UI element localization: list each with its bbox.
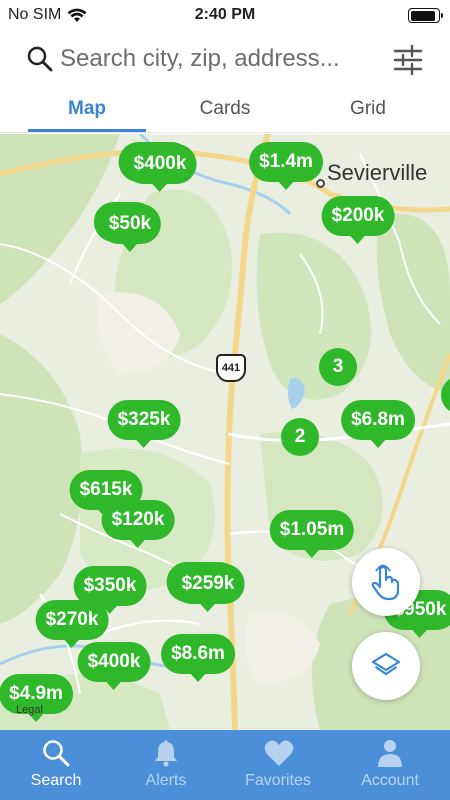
price-pin[interactable]: $200k	[321, 196, 395, 244]
view-tabs: Map Cards Grid	[0, 88, 450, 133]
filter-sliders-icon[interactable]	[392, 44, 424, 76]
listing-cluster[interactable]: 2	[281, 418, 319, 456]
nav-label: Favorites	[245, 772, 311, 789]
search-icon	[27, 46, 53, 72]
nav-favorites[interactable]: Favorites	[222, 730, 334, 800]
person-icon	[378, 740, 402, 767]
tab-cards[interactable]: Cards	[150, 98, 300, 120]
hand-pointer-icon	[371, 564, 400, 601]
draw-area-button[interactable]	[352, 548, 420, 616]
price-pin[interactable]: $120k	[101, 500, 175, 548]
search-icon	[43, 740, 70, 767]
nav-alerts[interactable]: Alerts	[110, 730, 222, 800]
battery-icon	[408, 8, 443, 23]
heart-icon	[264, 740, 294, 766]
price-pin[interactable]: $1.05m	[269, 510, 355, 558]
bottom-nav: Search Alerts Favorites Account	[0, 730, 450, 800]
town-marker-icon	[316, 179, 325, 188]
status-bar: No SIM 2:40 PM	[0, 0, 450, 30]
price-pin[interactable]: $6.8m	[341, 400, 415, 448]
listing-cluster[interactable]: 3	[319, 348, 357, 386]
nav-search[interactable]: Search	[0, 730, 112, 800]
price-pin[interactable]: $325k	[107, 400, 181, 448]
status-time: 2:40 PM	[194, 6, 256, 23]
price-pin[interactable]: $1.4m	[249, 142, 323, 190]
search-input[interactable]	[60, 42, 380, 76]
layers-icon	[371, 652, 401, 676]
search-bar	[0, 30, 450, 88]
price-pin[interactable]: $50k	[98, 204, 162, 252]
nav-label: Search	[30, 772, 82, 789]
bell-icon	[155, 740, 177, 767]
price-pin[interactable]: $8.6m	[161, 634, 235, 682]
tab-map[interactable]: Map	[12, 98, 162, 120]
route-shield-icon: 441	[216, 354, 246, 382]
map-view[interactable]: Sevierville 441 $400k $1.4m $200k $50k $…	[0, 134, 450, 730]
nav-label: Alerts	[145, 772, 187, 789]
map-layers-button[interactable]	[352, 632, 420, 700]
price-pin[interactable]: $270k	[35, 600, 109, 648]
price-pin[interactable]: $400k	[77, 642, 151, 690]
price-pin[interactable]: $259k	[171, 564, 245, 612]
nav-label: Account	[361, 772, 419, 789]
town-label: Sevierville	[327, 160, 428, 185]
active-tab-indicator	[28, 129, 146, 132]
tab-grid[interactable]: Grid	[293, 98, 443, 120]
map-legal-link[interactable]: Legal	[16, 704, 43, 716]
nav-account[interactable]: Account	[334, 730, 446, 800]
price-pin[interactable]: $400k	[123, 144, 197, 192]
